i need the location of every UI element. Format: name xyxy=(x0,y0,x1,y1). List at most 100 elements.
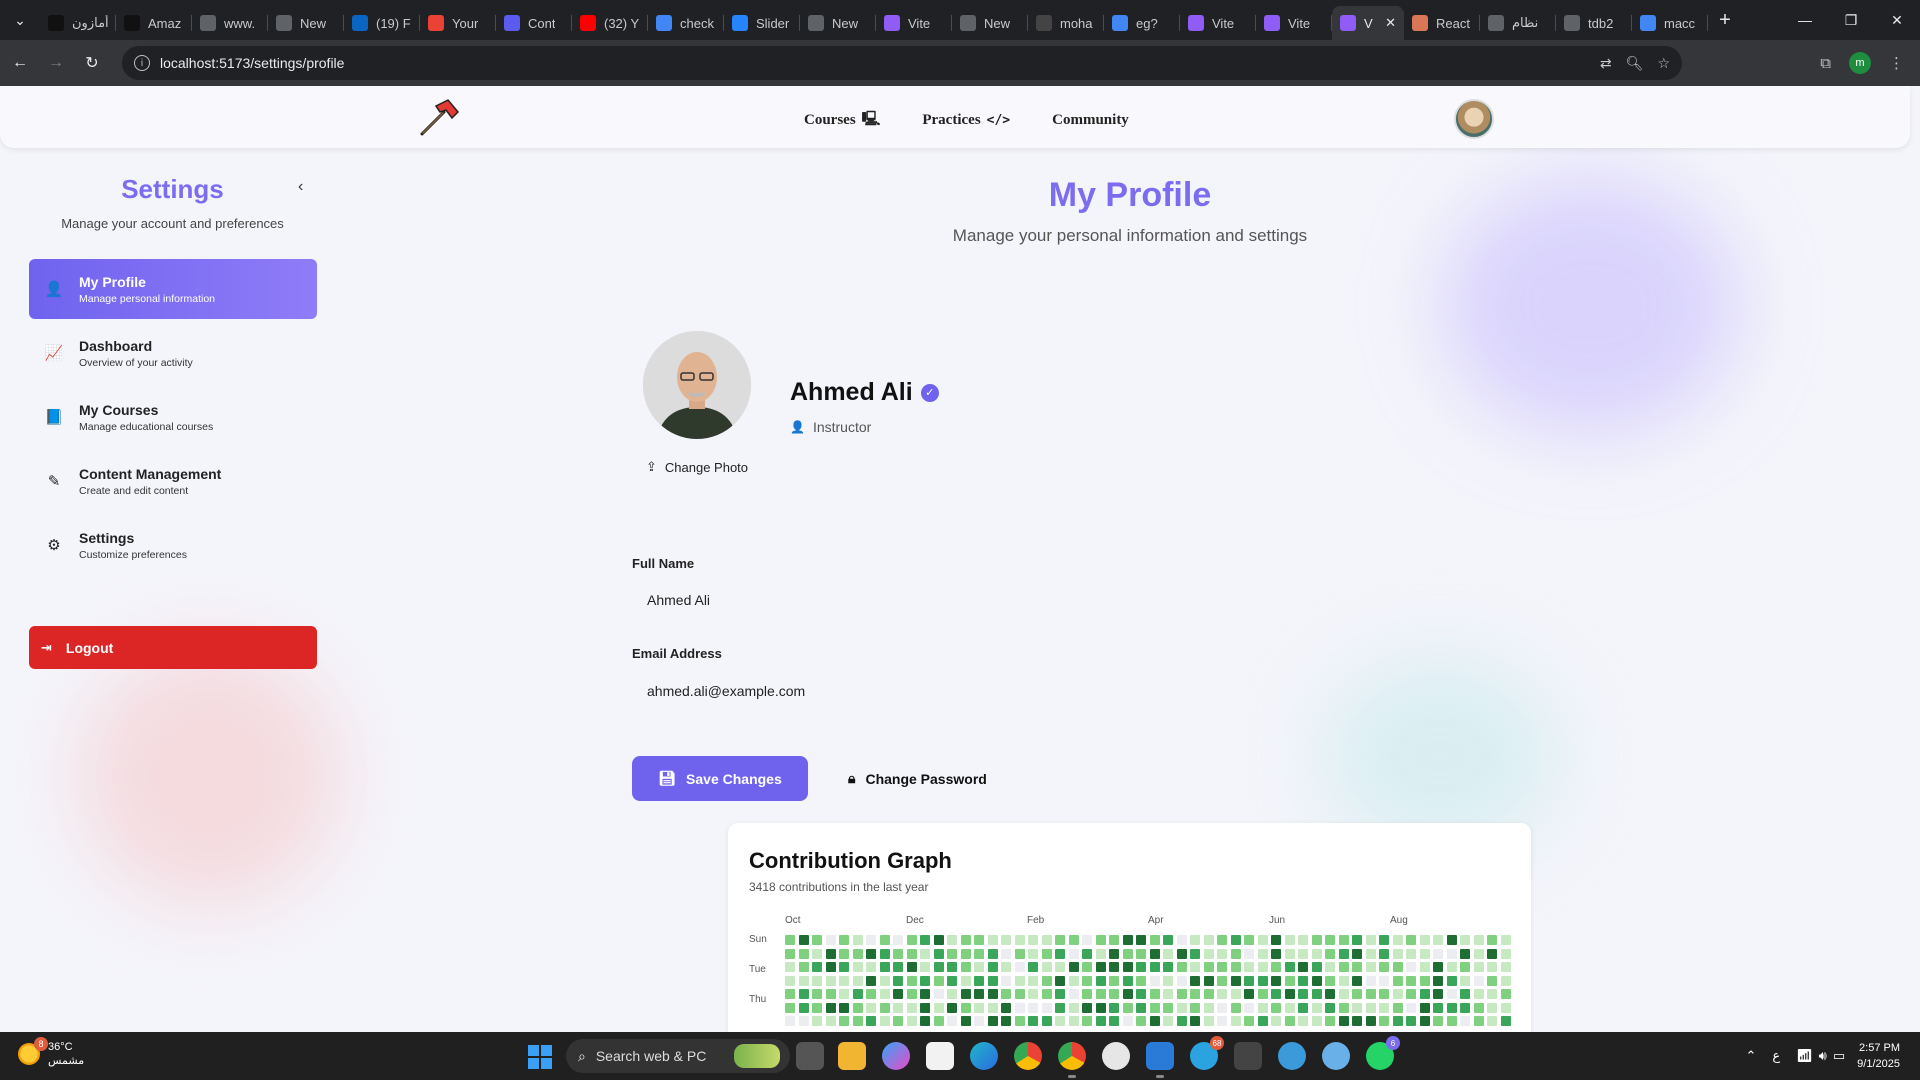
contribution-cell[interactable] xyxy=(1392,948,1403,959)
contribution-cell[interactable] xyxy=(1325,1016,1335,1026)
contribution-cell[interactable] xyxy=(1136,948,1146,959)
contribution-cell[interactable] xyxy=(879,989,890,999)
battery-icon[interactable]: ▭ xyxy=(1833,1048,1845,1064)
contribution-cell[interactable] xyxy=(1149,989,1160,999)
logout-button[interactable]: ⇥ Logout xyxy=(29,626,317,669)
sidebar-item-my-profile[interactable]: 👤 My Profile Manage personal information xyxy=(29,259,317,319)
contribution-cell[interactable] xyxy=(879,975,890,986)
contribution-cell[interactable] xyxy=(1095,989,1106,999)
contribution-cell[interactable] xyxy=(1379,935,1389,945)
close-tab-icon[interactable]: ✕ xyxy=(1385,15,1396,31)
contribution-cell[interactable] xyxy=(1473,975,1484,986)
restore-icon[interactable]: ❐ xyxy=(1828,12,1874,29)
contribution-cell[interactable] xyxy=(866,935,876,945)
contribution-cell[interactable] xyxy=(1163,1016,1173,1026)
contribution-cell[interactable] xyxy=(785,989,795,999)
contribution-cell[interactable] xyxy=(1217,975,1227,986)
tab-search-menu-button[interactable]: ⌄ xyxy=(0,0,40,40)
contribution-cell[interactable] xyxy=(1379,989,1389,999)
contribution-cell[interactable] xyxy=(1082,962,1092,972)
contribution-cell[interactable] xyxy=(1271,975,1281,986)
contribution-cell[interactable] xyxy=(1244,989,1254,999)
contribution-cell[interactable] xyxy=(852,975,863,986)
contribution-cell[interactable] xyxy=(1055,935,1065,945)
contribution-cell[interactable] xyxy=(893,948,903,959)
chevron-left-icon[interactable]: ‹ xyxy=(298,178,303,196)
contribution-cell[interactable] xyxy=(798,975,809,986)
contribution-cell[interactable] xyxy=(1271,948,1281,959)
contribution-cell[interactable] xyxy=(785,1016,795,1026)
contribution-cell[interactable] xyxy=(1460,989,1470,999)
contribution-cell[interactable] xyxy=(1500,975,1511,986)
contribution-cell[interactable] xyxy=(839,948,849,959)
reload-button[interactable]: ↻ xyxy=(76,53,108,73)
contribution-cell[interactable] xyxy=(906,948,917,959)
contribution-cell[interactable] xyxy=(1311,989,1322,999)
nav-courses[interactable]: Courses 🖳 xyxy=(804,108,880,132)
browser-tab[interactable]: New xyxy=(952,6,1028,40)
contribution-cell[interactable] xyxy=(933,975,944,986)
sidebar-item-settings[interactable]: ⚙ Settings Customize preferences xyxy=(29,515,317,575)
full-name-input[interactable] xyxy=(632,581,1092,619)
contribution-cell[interactable] xyxy=(974,975,984,986)
microsoft-store-icon[interactable] xyxy=(926,1042,954,1070)
browser-tab[interactable]: V ✕ xyxy=(1332,6,1404,40)
contribution-cell[interactable] xyxy=(1406,1002,1416,1013)
contribution-cell[interactable] xyxy=(1136,935,1146,945)
contribution-cell[interactable] xyxy=(825,975,836,986)
contribution-cell[interactable] xyxy=(1001,948,1011,959)
telegram-icon[interactable]: 68 xyxy=(1190,1036,1224,1070)
browser-menu-icon[interactable]: ⋮ xyxy=(1889,54,1904,72)
contribution-cell[interactable] xyxy=(1298,1016,1308,1026)
contribution-cell[interactable] xyxy=(1271,935,1281,945)
contribution-cell[interactable] xyxy=(1352,1002,1362,1013)
contribution-cell[interactable] xyxy=(1203,1002,1214,1013)
contribution-cell[interactable] xyxy=(798,935,809,945)
contribution-cell[interactable] xyxy=(920,1016,930,1026)
contribution-cell[interactable] xyxy=(1446,962,1457,972)
contribution-cell[interactable] xyxy=(1055,962,1065,972)
contribution-cell[interactable] xyxy=(866,989,876,999)
contribution-cell[interactable] xyxy=(1136,962,1146,972)
browser-tab[interactable]: moha xyxy=(1028,6,1104,40)
close-window-icon[interactable]: ✕ xyxy=(1874,12,1920,29)
contribution-cell[interactable] xyxy=(1082,975,1092,986)
contribution-cell[interactable] xyxy=(1095,948,1106,959)
contribution-cell[interactable] xyxy=(1028,1016,1038,1026)
contribution-cell[interactable] xyxy=(1109,935,1119,945)
contribution-cell[interactable] xyxy=(893,1002,903,1013)
contribution-cell[interactable] xyxy=(785,1002,795,1013)
contribution-cell[interactable] xyxy=(1392,935,1403,945)
contribution-cell[interactable] xyxy=(1487,962,1497,972)
contribution-cell[interactable] xyxy=(1257,962,1268,972)
contribution-cell[interactable] xyxy=(1487,1002,1497,1013)
contribution-cell[interactable] xyxy=(987,948,998,959)
contribution-cell[interactable] xyxy=(1136,1002,1146,1013)
sidebar-item-my-courses[interactable]: 📘 My Courses Manage educational courses xyxy=(29,387,317,447)
weather-widget[interactable]: 8 36°C مشمس xyxy=(18,1037,84,1068)
contribution-cell[interactable] xyxy=(839,1016,849,1026)
contribution-cell[interactable] xyxy=(906,1002,917,1013)
contribution-cell[interactable] xyxy=(1406,989,1416,999)
contribution-cell[interactable] xyxy=(1014,962,1025,972)
chatgpt-icon[interactable] xyxy=(1102,1042,1130,1070)
chrome-icon[interactable] xyxy=(1014,1042,1042,1070)
contribution-cell[interactable] xyxy=(920,948,930,959)
contribution-cell[interactable] xyxy=(1298,948,1308,959)
contribution-cell[interactable] xyxy=(1163,962,1173,972)
contribution-cell[interactable] xyxy=(1419,962,1430,972)
contribution-cell[interactable] xyxy=(1446,989,1457,999)
contribution-cell[interactable] xyxy=(1203,989,1214,999)
contribution-cell[interactable] xyxy=(1028,962,1038,972)
file-explorer-icon[interactable] xyxy=(838,1042,866,1070)
contribution-cell[interactable] xyxy=(1473,935,1484,945)
contribution-cell[interactable] xyxy=(1284,935,1295,945)
contribution-cell[interactable] xyxy=(852,948,863,959)
contribution-cell[interactable] xyxy=(1203,935,1214,945)
contribution-cell[interactable] xyxy=(866,975,876,986)
contribution-cell[interactable] xyxy=(1325,975,1335,986)
contribution-cell[interactable] xyxy=(1176,948,1187,959)
contribution-cell[interactable] xyxy=(1271,989,1281,999)
globe-app-icon[interactable] xyxy=(1278,1042,1306,1070)
contribution-cell[interactable] xyxy=(1014,989,1025,999)
